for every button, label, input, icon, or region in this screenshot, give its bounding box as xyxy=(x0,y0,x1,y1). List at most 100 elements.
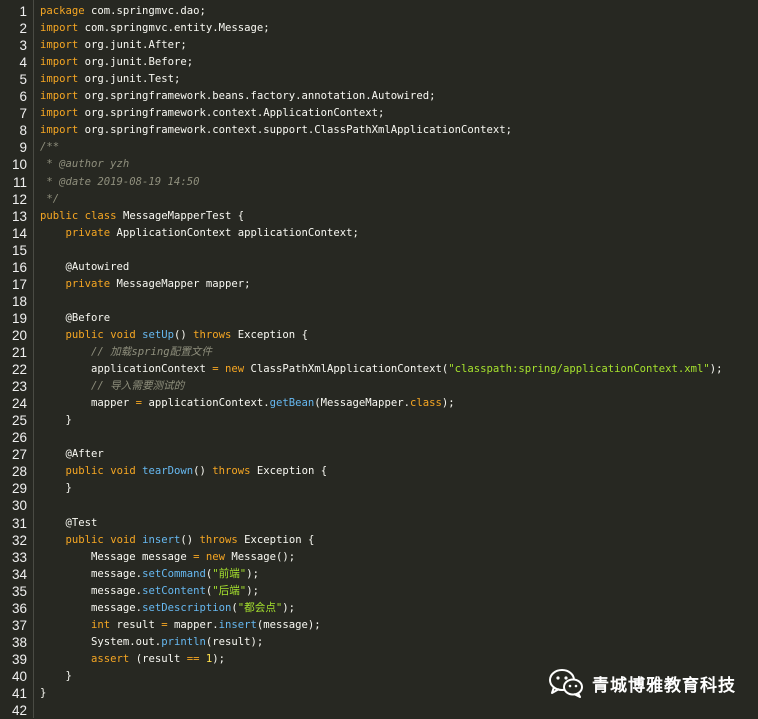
code-token-plain: (message); xyxy=(256,619,321,631)
code-token-function: setDescription xyxy=(142,602,232,614)
code-token-keyword: throws xyxy=(199,534,238,546)
code-line-text: import org.junit.After; xyxy=(40,37,187,54)
code-token-keyword: import xyxy=(40,73,79,85)
code-token-plain: ); xyxy=(709,363,723,375)
code-line-text: mapper = applicationContext.getBean(Mess… xyxy=(40,395,455,412)
wechat-icon xyxy=(549,669,583,698)
line-number: 14 xyxy=(11,226,27,241)
code-token-function: setCommand xyxy=(142,568,206,580)
code-token-plain: MessageMapper mapper; xyxy=(110,278,251,290)
code-line: import org.junit.Test; xyxy=(34,71,758,88)
code-line: int result = mapper.insert(message); xyxy=(34,617,758,634)
line-number: 41 xyxy=(11,686,27,701)
code-line-text: // 导入需要测试的 xyxy=(40,378,184,395)
code-line-text: // 加载spring配置文件 xyxy=(40,344,212,361)
code-token-keyword: public xyxy=(65,465,104,477)
line-number: 35 xyxy=(11,584,27,599)
line-number: 5 xyxy=(19,72,27,87)
line-number: 15 xyxy=(11,243,27,258)
code-token-plain: org.springframework.beans.factory.annota… xyxy=(78,90,436,102)
line-number: 3 xyxy=(19,38,27,53)
code-token-function: insert xyxy=(142,534,181,546)
code-token-keyword: void xyxy=(110,329,136,341)
code-token-keyword: class xyxy=(409,397,442,409)
brand-name: 青城博雅教育科技 xyxy=(592,675,736,696)
code-token-plain: (result xyxy=(129,653,187,665)
code-token-plain: org.springframework.context.ApplicationC… xyxy=(78,107,385,119)
line-number: 40 xyxy=(11,669,27,684)
line-number: 23 xyxy=(11,379,27,394)
code-area[interactable]: package com.springmvc.dao; import com.spr… xyxy=(34,0,758,718)
line-number: 9 xyxy=(19,140,27,155)
code-line: import org.junit.Before; xyxy=(34,54,758,71)
line-number: 6 xyxy=(19,89,27,104)
code-token-plain: applicationContext. xyxy=(142,397,270,409)
code-line: applicationContext = new ClassPathXmlApp… xyxy=(34,361,758,378)
code-line: message.setContent("后端"); xyxy=(34,583,758,600)
code-line: private MessageMapper mapper; xyxy=(34,276,758,293)
code-token-keyword: import xyxy=(40,39,79,51)
code-token-keyword: package xyxy=(40,5,85,17)
code-token-annotation: @After xyxy=(40,448,104,460)
code-token-function: getBean xyxy=(269,397,315,409)
code-token-function: println xyxy=(161,636,206,648)
code-line-text: import org.springframework.context.Appli… xyxy=(40,105,384,122)
code-line-text: System.out.println(result); xyxy=(40,634,263,651)
code-line-text: import com.springmvc.entity.Message; xyxy=(40,20,270,37)
code-token-plain: org.junit.Test; xyxy=(78,73,181,85)
code-line: public void insert() throws Exception { xyxy=(34,532,758,549)
code-line: } xyxy=(34,412,758,429)
code-token-keyword: private xyxy=(65,278,111,290)
code-token-comment: /** xyxy=(40,141,60,153)
code-token-plain: org.junit.Before; xyxy=(78,56,194,68)
code-line: mapper = applicationContext.getBean(Mess… xyxy=(34,395,758,412)
code-token-plain: message. xyxy=(40,568,143,580)
code-token-plain: org.junit.After; xyxy=(78,39,187,51)
code-line-text: } xyxy=(40,412,72,429)
code-line-text: private ApplicationContext applicationCo… xyxy=(40,225,359,242)
line-number: 17 xyxy=(11,277,27,292)
code-token-function: setContent xyxy=(142,585,206,597)
code-line-text: @Before xyxy=(40,310,111,327)
line-number-gutter: 1 2 3 4 5 6 7 8 9 10 11 12 13 14 15 16 17 18 19 20 21 22 23 24 2… xyxy=(0,0,34,718)
code-line: import org.junit.After; xyxy=(34,37,758,54)
code-token-keyword: import xyxy=(40,56,79,68)
line-number: 38 xyxy=(11,635,27,650)
code-token-plain: (result); xyxy=(205,636,264,648)
line-number: 13 xyxy=(11,209,27,224)
code-line-text: public class MessageMapperTest { xyxy=(40,208,244,225)
code-token-keyword: == xyxy=(186,653,200,665)
code-line: @After xyxy=(34,446,758,463)
code-line-text: import org.junit.Before; xyxy=(40,54,193,71)
watermark: 青城博雅教育科技 xyxy=(548,668,736,698)
line-number: 20 xyxy=(11,328,27,343)
code-line: // 加载spring配置文件 xyxy=(34,344,758,361)
line-number: 32 xyxy=(11,533,27,548)
code-token-plain: com.springmvc.dao; xyxy=(84,5,206,17)
line-number: 39 xyxy=(11,652,27,667)
code-token-keyword: import xyxy=(40,124,79,136)
line-number: 11 xyxy=(12,175,27,190)
code-line: import com.springmvc.entity.Message; xyxy=(34,20,758,37)
code-token-keyword: new xyxy=(225,363,245,375)
code-token-string: "后端" xyxy=(212,585,247,597)
code-line: public void tearDown() throws Exception … xyxy=(34,463,758,480)
code-line: System.out.println(result); xyxy=(34,634,758,651)
code-line-text: public void tearDown() throws Exception … xyxy=(40,463,328,480)
code-token-keyword: public xyxy=(65,534,104,546)
code-line-text: /** xyxy=(40,139,59,156)
code-token-plain: ); xyxy=(441,397,455,409)
code-line-text: import org.junit.Test; xyxy=(40,71,180,88)
code-line: /** xyxy=(34,139,758,156)
code-line-text: assert (result == 1); xyxy=(40,651,225,668)
code-token-plain: ); xyxy=(212,653,226,665)
code-token-keyword: import xyxy=(40,22,79,34)
code-line-text: message.setContent("后端"); xyxy=(40,583,259,600)
